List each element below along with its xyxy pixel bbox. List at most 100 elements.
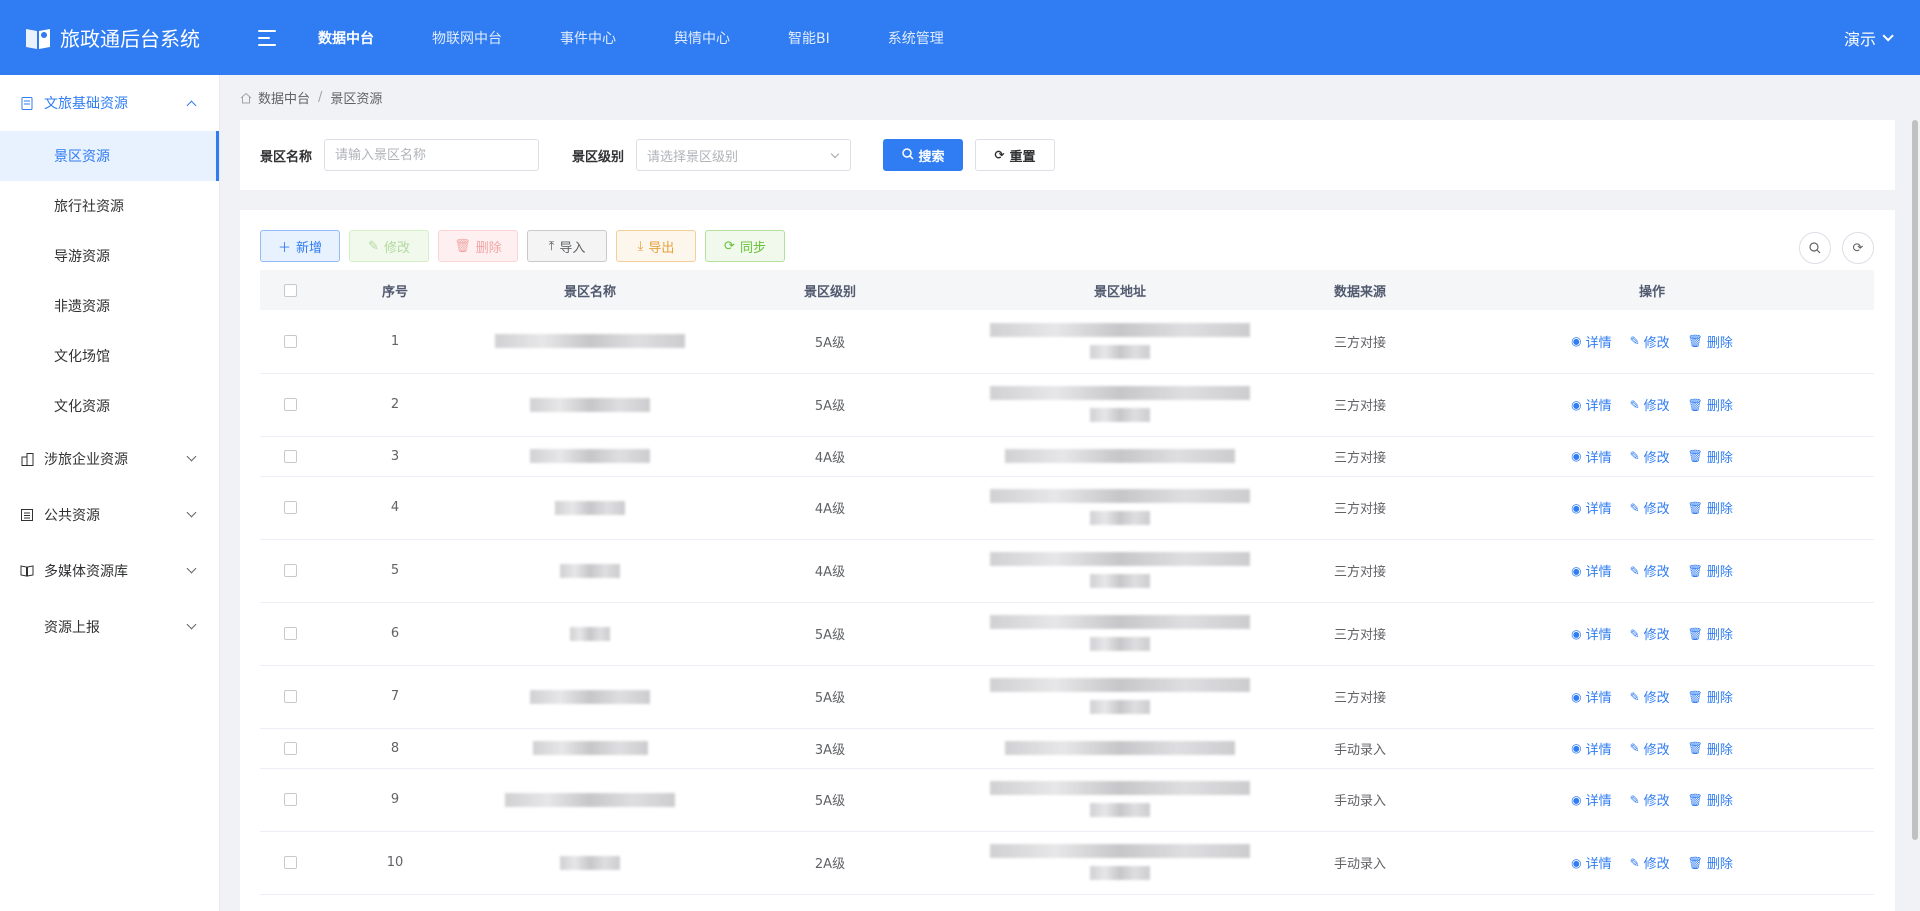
delete-link[interactable]: 🗑 删除 bbox=[1688, 739, 1733, 758]
edit-link[interactable]: ✎ 修改 bbox=[1630, 447, 1670, 466]
detail-link[interactable]: ◉ 详情 bbox=[1571, 447, 1612, 466]
menu-toggle-icon[interactable] bbox=[258, 29, 276, 46]
eye-icon: ◉ bbox=[1571, 855, 1582, 870]
row-checkbox[interactable] bbox=[283, 690, 297, 703]
scenic-level-select[interactable]: 请选择景区级别 bbox=[636, 139, 852, 171]
search-button[interactable]: 搜索 bbox=[883, 139, 964, 171]
table-row[interactable]: 2 5A级 三方对接 ◉ 详情 ✎ 修改 🗑 删除 bbox=[260, 373, 1874, 437]
delete-link[interactable]: 🗑 删除 bbox=[1688, 561, 1733, 581]
row-checkbox[interactable] bbox=[283, 501, 297, 514]
redacted-address bbox=[1090, 637, 1150, 651]
import-button[interactable]: ⤒ 导入 bbox=[527, 230, 607, 262]
export-button[interactable]: ⤓ 导出 bbox=[616, 230, 696, 262]
delete-link[interactable]: 🗑 删除 bbox=[1688, 332, 1733, 351]
reset-button[interactable]: ⟳ 重置 bbox=[975, 139, 1056, 171]
detail-link[interactable]: ◉ 详情 bbox=[1571, 561, 1612, 581]
delete-link[interactable]: 🗑 删除 bbox=[1688, 447, 1733, 466]
redacted-address bbox=[990, 489, 1250, 503]
table-row[interactable]: 7 5A级 三方对接 ◉ 详情 ✎ 修改 🗑 删除 bbox=[260, 665, 1874, 729]
sidebar-item-tour-guide[interactable]: 导游资源 bbox=[0, 231, 219, 281]
sidebar-item-culture[interactable]: 文化资源 bbox=[0, 381, 219, 431]
table-row[interactable]: 1 5A级 三方对接 ◉ 详情 ✎ 修改 🗑 删除 bbox=[260, 310, 1874, 374]
scenic-name-input[interactable] bbox=[324, 139, 540, 171]
redacted-name bbox=[530, 689, 650, 704]
scenic-level-cell: 5A级 bbox=[710, 602, 950, 666]
sync-button[interactable]: ⟳ 同步 bbox=[705, 230, 785, 262]
row-checkbox[interactable] bbox=[283, 398, 297, 411]
nav-event-center[interactable]: 事件中心 bbox=[560, 28, 616, 48]
edit-link[interactable]: ✎ 修改 bbox=[1630, 624, 1670, 644]
user-menu[interactable]: 演示 bbox=[1844, 0, 1894, 75]
edit-link-label: 修改 bbox=[1643, 502, 1670, 517]
delete-link[interactable]: 🗑 删除 bbox=[1688, 687, 1733, 707]
sidebar-group-media[interactable]: 多媒体资源库 bbox=[0, 543, 219, 599]
data-source-cell: 三方对接 bbox=[1290, 373, 1430, 437]
sidebar-item-venue[interactable]: 文化场馆 bbox=[0, 331, 219, 381]
detail-link[interactable]: ◉ 详情 bbox=[1571, 395, 1612, 415]
sidebar-item-travel-agency[interactable]: 旅行社资源 bbox=[0, 181, 219, 231]
sidebar-group-public[interactable]: 公共资源 bbox=[0, 487, 219, 543]
edit-link[interactable]: ✎ 修改 bbox=[1630, 332, 1670, 351]
edit-link[interactable]: ✎ 修改 bbox=[1630, 498, 1670, 518]
edit-link[interactable]: ✎ 修改 bbox=[1629, 561, 1670, 581]
row-checkbox[interactable] bbox=[283, 627, 297, 640]
edit-button[interactable]: ✎ 修改 bbox=[349, 230, 429, 262]
sidebar-group-report[interactable]: 资源上报 bbox=[0, 599, 219, 655]
nav-data-platform[interactable]: 数据中台 bbox=[318, 28, 374, 48]
detail-link[interactable]: ◉ 详情 bbox=[1571, 739, 1612, 758]
table-row[interactable]: 4 4A级 三方对接 ◉ 详情 ✎ 修改 🗑 删除 bbox=[260, 476, 1874, 540]
sidebar-item-scenic[interactable]: 景区资源 bbox=[0, 131, 219, 181]
delete-link[interactable]: 🗑 删除 bbox=[1688, 853, 1733, 873]
sidebar-group-cultural[interactable]: 文旅基础资源 bbox=[0, 75, 219, 131]
detail-link[interactable]: ◉ 详情 bbox=[1571, 790, 1612, 810]
table-row[interactable]: 5 4A级 三方对接 ◉ 详情 ✎ 修改 🗑 删除 bbox=[260, 539, 1874, 603]
edit-icon: ✎ bbox=[1629, 563, 1640, 578]
column-header[interactable]: 景区名称 bbox=[470, 270, 710, 310]
row-checkbox[interactable] bbox=[283, 334, 297, 348]
row-checkbox[interactable] bbox=[283, 793, 297, 806]
column-header[interactable]: 数据来源 bbox=[1290, 270, 1430, 310]
toggle-search-button[interactable] bbox=[1799, 232, 1831, 264]
edit-link[interactable]: ✎ 修改 bbox=[1630, 739, 1670, 758]
delete-button[interactable]: 🗑 删除 bbox=[438, 230, 518, 262]
row-checkbox[interactable] bbox=[283, 564, 297, 577]
page-scrollbar[interactable] bbox=[1912, 120, 1918, 840]
nav-opinion-center[interactable]: 舆情中心 bbox=[674, 28, 730, 48]
row-checkbox[interactable] bbox=[283, 449, 297, 463]
table-row[interactable]: 10 2A级 手动录入 ◉ 详情 ✎ 修改 🗑 删除 bbox=[260, 831, 1874, 895]
table-row[interactable]: 9 5A级 手动录入 ◉ 详情 ✎ 修改 🗑 删除 bbox=[260, 768, 1874, 832]
edit-link[interactable]: ✎ 修改 bbox=[1630, 790, 1670, 810]
row-checkbox[interactable] bbox=[283, 856, 297, 869]
detail-link[interactable]: ◉ 详情 bbox=[1571, 687, 1612, 707]
edit-link[interactable]: ✎ 修改 bbox=[1630, 687, 1670, 707]
redacted-address bbox=[990, 552, 1250, 566]
row-index: 7 bbox=[320, 665, 470, 729]
select-all-checkbox[interactable] bbox=[283, 283, 297, 297]
table-row[interactable]: 6 5A级 三方对接 ◉ 详情 ✎ 修改 🗑 删除 bbox=[260, 602, 1874, 666]
edit-link[interactable]: ✎ 修改 bbox=[1630, 395, 1670, 415]
table-row[interactable]: 8 3A级 手动录入 ◉ 详情 ✎ 修改 🗑 删除 bbox=[260, 728, 1874, 769]
column-header[interactable]: 景区地址 bbox=[950, 270, 1290, 310]
redacted-address bbox=[1090, 803, 1150, 817]
breadcrumb-item[interactable]: 数据中台 bbox=[258, 88, 310, 107]
sidebar-group-enterprise[interactable]: 涉旅企业资源 bbox=[0, 431, 219, 487]
detail-link[interactable]: ◉ 详情 bbox=[1571, 332, 1612, 351]
edit-link[interactable]: ✎ 修改 bbox=[1630, 853, 1670, 873]
delete-link[interactable]: 🗑 删除 bbox=[1688, 498, 1733, 518]
add-button[interactable]: ＋ 新增 bbox=[260, 230, 340, 262]
column-header[interactable]: 序号 bbox=[320, 270, 470, 310]
refresh-table-button[interactable]: ⟳ bbox=[1842, 232, 1874, 264]
nav-system-admin[interactable]: 系统管理 bbox=[888, 28, 944, 48]
detail-link[interactable]: ◉ 详情 bbox=[1571, 853, 1612, 873]
delete-link[interactable]: 🗑 删除 bbox=[1688, 624, 1733, 644]
detail-link[interactable]: ◉ 详情 bbox=[1571, 498, 1612, 518]
table-row[interactable]: 3 4A级 三方对接 ◉ 详情 ✎ 修改 🗑 删除 bbox=[260, 436, 1874, 477]
sidebar-item-heritage[interactable]: 非遗资源 bbox=[0, 281, 219, 331]
delete-link[interactable]: 🗑 删除 bbox=[1688, 790, 1733, 810]
detail-link[interactable]: ◉ 详情 bbox=[1571, 624, 1612, 644]
row-checkbox[interactable] bbox=[283, 741, 297, 755]
nav-iot-platform[interactable]: 物联网中台 bbox=[432, 28, 502, 48]
nav-smart-bi[interactable]: 智能BI bbox=[788, 28, 830, 48]
column-header[interactable]: 景区级别 bbox=[710, 270, 950, 310]
delete-link[interactable]: 🗑 删除 bbox=[1688, 395, 1733, 415]
